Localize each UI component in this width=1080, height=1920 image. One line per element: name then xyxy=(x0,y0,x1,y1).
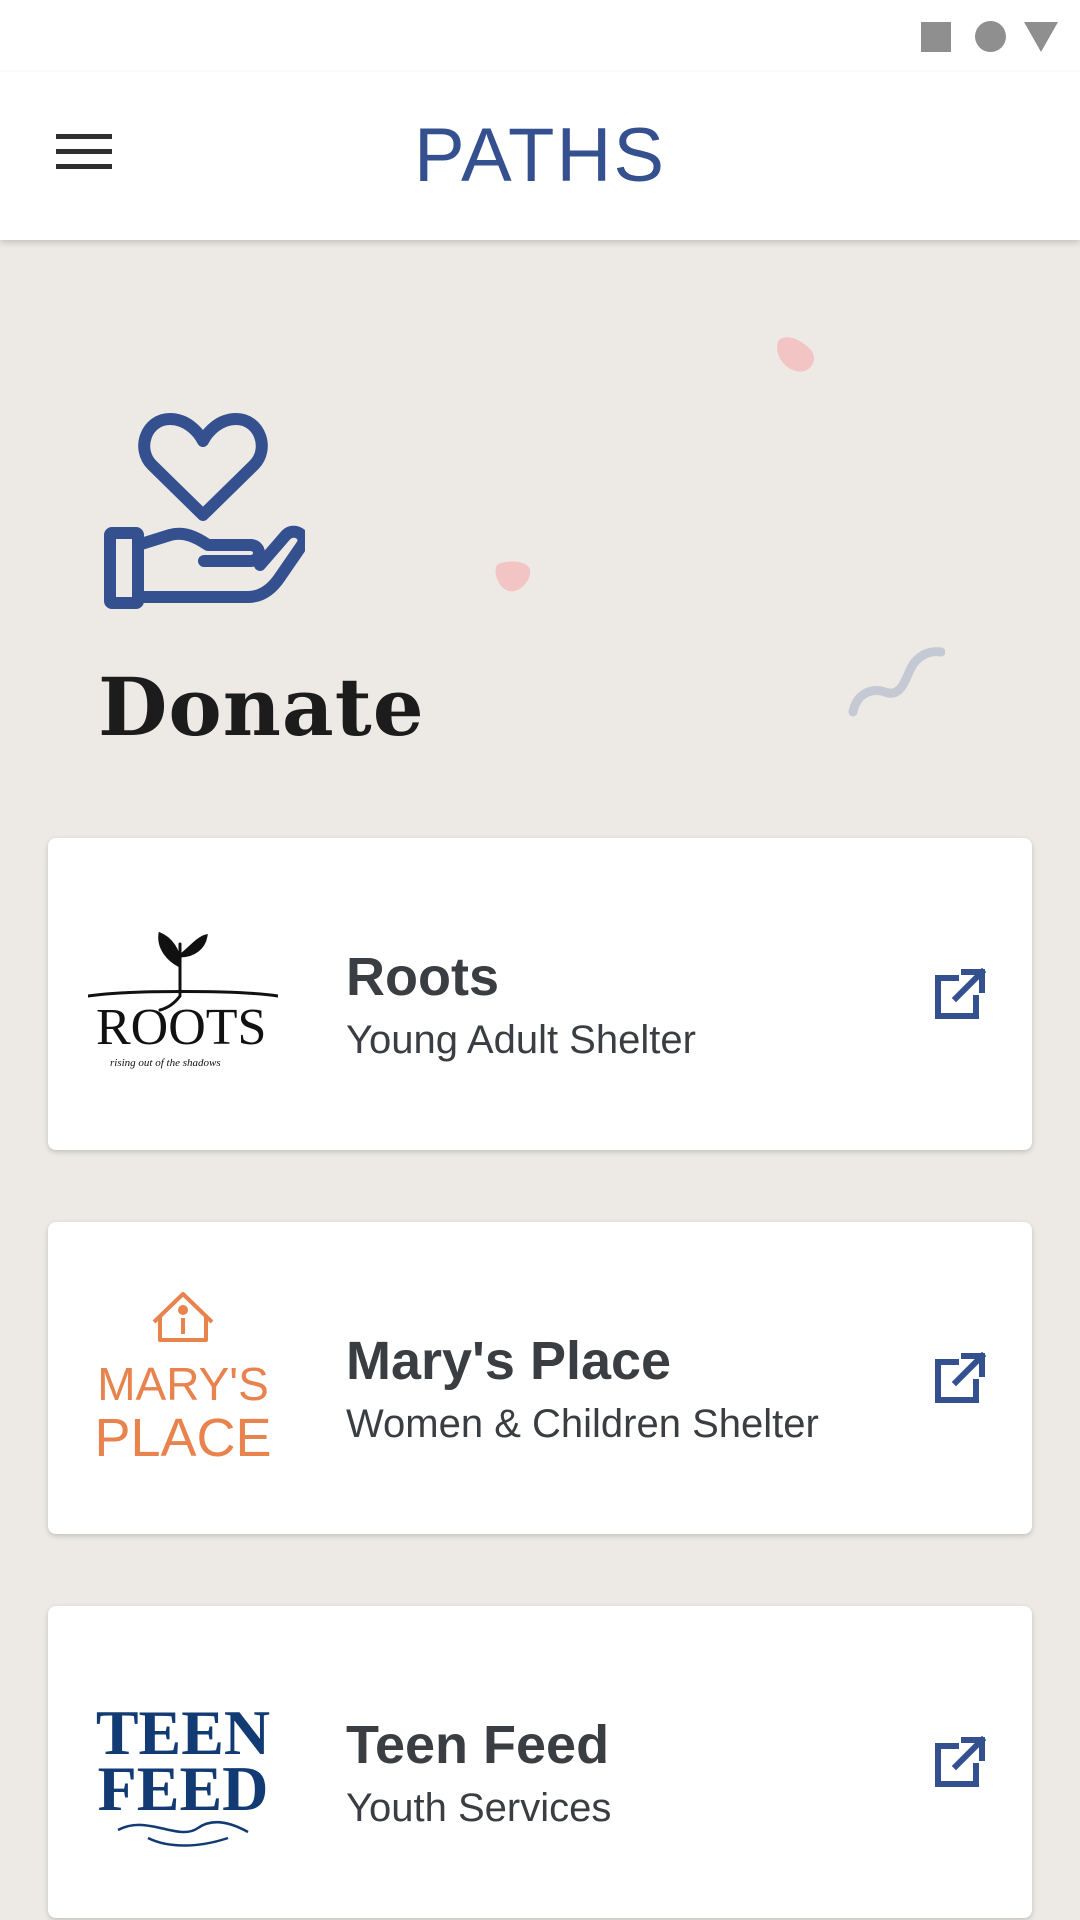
status-bar xyxy=(0,0,1080,72)
roots-logo-text: ROOTS xyxy=(96,999,266,1056)
roots-logo: ROOTS rising out of the shadows xyxy=(88,931,278,1069)
external-link-icon[interactable] xyxy=(932,1350,988,1406)
org-name: Teen Feed xyxy=(346,1715,610,1775)
heart-in-hand-icon xyxy=(104,413,305,609)
decorative-blob-pink xyxy=(777,337,815,372)
org-name: Roots xyxy=(346,947,499,1007)
signal-triangle-icon xyxy=(1024,22,1058,52)
record-circle-icon xyxy=(975,21,1006,52)
decorative-squiggle xyxy=(848,647,945,717)
page-title: Donate xyxy=(98,660,425,754)
marys-place-logo-line1: MARY'S xyxy=(97,1358,269,1410)
app-bar: PATHS xyxy=(0,72,1080,240)
app-title: PATHS xyxy=(413,113,667,198)
roots-logo-tagline: rising out of the shadows xyxy=(110,1057,221,1069)
external-link-icon[interactable] xyxy=(932,966,988,1022)
org-card-roots[interactable]: ROOTS rising out of the shadows Roots Yo… xyxy=(48,838,1032,1150)
org-subtitle: Women & Children Shelter xyxy=(346,1402,819,1446)
org-subtitle: Youth Services xyxy=(346,1786,612,1830)
external-link-icon[interactable] xyxy=(932,1734,988,1790)
marys-place-logo-line2: PLACE xyxy=(94,1408,271,1468)
org-card-teen-feed[interactable]: TEEN FEED Teen Feed Youth Services xyxy=(48,1606,1032,1918)
decorative-blob-pink-small xyxy=(495,561,531,592)
teen-feed-logo-line2: FEED xyxy=(98,1753,269,1824)
org-subtitle: Young Adult Shelter xyxy=(346,1018,696,1062)
org-name: Mary's Place xyxy=(346,1331,672,1391)
teen-feed-logo: TEEN FEED xyxy=(96,1697,270,1847)
marys-place-logo: MARY'S PLACE xyxy=(94,1292,272,1468)
org-card-marys-place[interactable]: MARY'S PLACE Mary's Place Women & Childr… xyxy=(48,1222,1032,1534)
stop-square-icon xyxy=(921,22,951,52)
